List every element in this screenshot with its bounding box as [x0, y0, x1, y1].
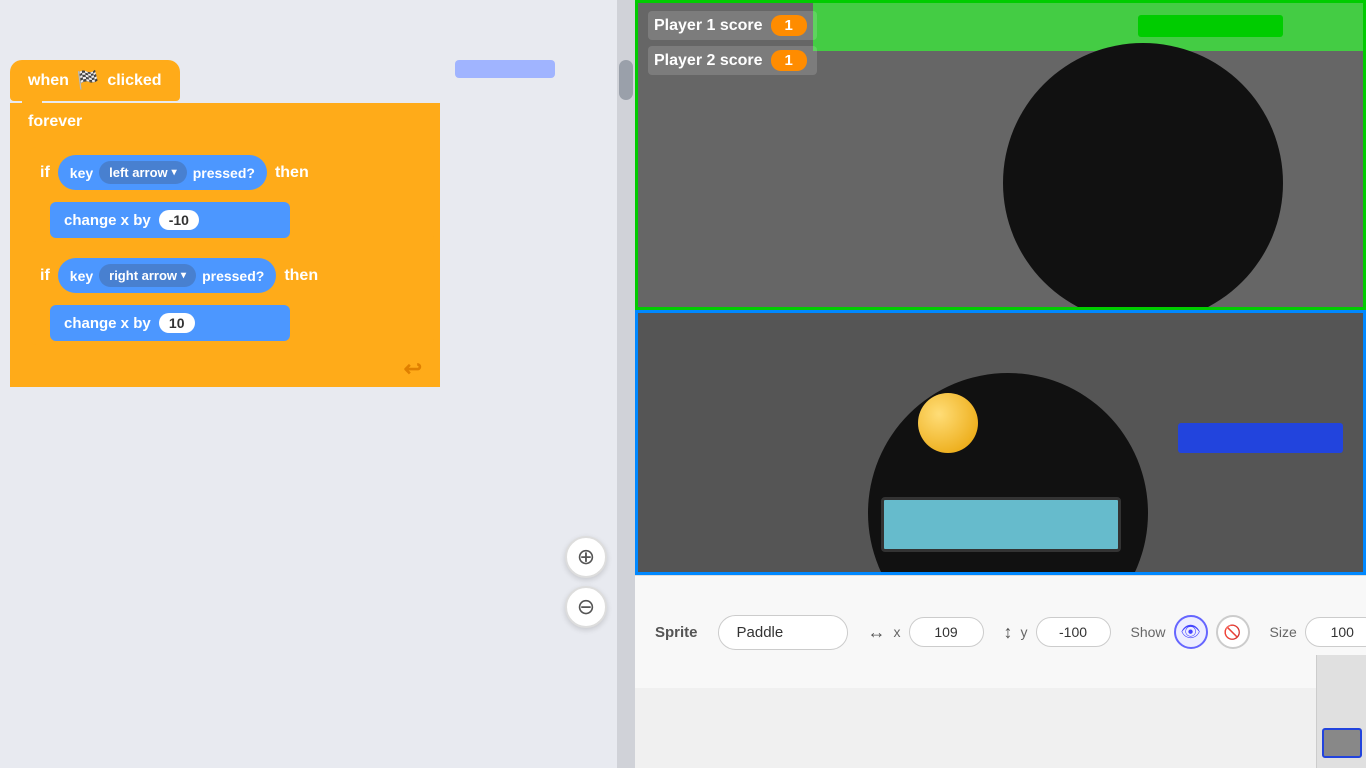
code-panel: when 🏁 clicked forever if key left arrow [0, 0, 635, 768]
x-axis-icon: ↔ [868, 622, 886, 643]
score-display: Player 1 score 1 Player 2 score 1 [648, 11, 817, 75]
zoom-controls: ⊕ ⊖ [565, 536, 607, 628]
paddle-green-top [1138, 15, 1283, 37]
show-group: Show 👁 🚫 [1131, 615, 1250, 649]
show-hidden-button[interactable]: 🚫 [1216, 615, 1250, 649]
change-x-block-2[interactable]: change x by 10 [50, 305, 290, 341]
black-circle-top [1003, 43, 1283, 310]
game-area-top[interactable]: Player 1 score 1 Player 2 score 1 [635, 0, 1366, 310]
zoom-in-button[interactable]: ⊕ [565, 536, 607, 578]
key-dropdown-2[interactable]: right arrow ▾ [99, 264, 196, 287]
forever-body: if key left arrow ▾ pressed? then [10, 141, 440, 351]
player1-score-label: Player 1 score [654, 17, 763, 35]
key-value-2: right arrow [109, 268, 177, 283]
forever-bottom: ↩ [10, 351, 440, 387]
change-x-label-2: change x by [64, 315, 151, 332]
key-pressed-block-2[interactable]: key right arrow ▾ pressed? [58, 258, 277, 293]
key-pressed-block-1[interactable]: key left arrow ▾ pressed? [58, 155, 267, 190]
game-area-bottom[interactable] [635, 310, 1366, 575]
x-label: x [894, 624, 901, 640]
dropdown-arrow-1: ▾ [172, 167, 177, 178]
if-label-2: if [40, 267, 50, 285]
x-coord-group: ↔ x [868, 617, 984, 647]
y-coord-group: ↕ y [1004, 617, 1111, 647]
if-top-2: if key right arrow ▾ pressed? then [30, 250, 434, 301]
zoom-out-button[interactable]: ⊖ [565, 586, 607, 628]
blocks-area: when 🏁 clicked forever if key left arrow [10, 60, 440, 387]
x-input[interactable] [909, 617, 984, 647]
drag-handle[interactable] [455, 60, 555, 78]
stage-panel: Player 1 score 1 Player 2 score 1 Sprite… [635, 0, 1366, 768]
pressed-label-1: pressed? [193, 165, 255, 181]
if-block-1: if key left arrow ▾ pressed? then [30, 147, 434, 242]
info-bar: Sprite ↔ x ↕ y Show 👁 🚫 Size Directi [635, 575, 1366, 688]
paddle-cyan [881, 497, 1121, 552]
player2-score-label: Player 2 score [654, 52, 763, 70]
forever-top: forever [10, 103, 440, 141]
y-label: y [1021, 624, 1028, 640]
clicked-label: clicked [107, 72, 161, 90]
flag-icon: 🏁 [77, 70, 99, 91]
if-label-1: if [40, 164, 50, 182]
recurse-arrow-icon: ↩ [404, 356, 422, 382]
key-label-1: key [70, 165, 93, 181]
stage-selector [1316, 655, 1366, 768]
dropdown-arrow-2: ▾ [181, 270, 186, 281]
sprite-name-input[interactable] [718, 615, 848, 650]
stage-thumbnail[interactable] [1322, 728, 1362, 758]
key-dropdown-1[interactable]: left arrow ▾ [99, 161, 187, 184]
y-axis-icon: ↕ [1004, 622, 1013, 643]
y-input[interactable] [1036, 617, 1111, 647]
change-x-value-2[interactable]: 10 [159, 313, 195, 333]
if-body-2: change x by 10 [30, 301, 434, 345]
eye-closed-icon: 🚫 [1224, 624, 1241, 641]
player2-score-value: 1 [771, 50, 807, 71]
scroll-thumb[interactable] [619, 60, 633, 100]
score-row-2: Player 2 score 1 [648, 46, 817, 75]
if-body-1: change x by -10 [30, 198, 434, 242]
show-label: Show [1131, 624, 1166, 640]
show-visible-button[interactable]: 👁 [1174, 615, 1208, 649]
when-clicked-block[interactable]: when 🏁 clicked [10, 60, 180, 101]
if-top-1: if key left arrow ▾ pressed? then [30, 147, 434, 198]
paddle-blue [1178, 423, 1343, 453]
eye-open-icon: 👁 [1180, 622, 1200, 642]
forever-block: forever if key left arrow ▾ pressed? [10, 103, 440, 387]
zoom-out-icon: ⊖ [577, 594, 595, 620]
size-group: Size [1270, 617, 1366, 647]
change-x-value-1[interactable]: -10 [159, 210, 199, 230]
scroll-bar[interactable] [617, 0, 635, 768]
forever-label: forever [28, 113, 82, 131]
key-value-1: left arrow [109, 165, 168, 180]
then-label-2: then [284, 267, 318, 285]
ball [918, 393, 978, 453]
change-x-block-1[interactable]: change x by -10 [50, 202, 290, 238]
change-x-label-1: change x by [64, 212, 151, 229]
key-label-2: key [70, 268, 93, 284]
zoom-in-icon: ⊕ [577, 544, 595, 570]
score-row-1: Player 1 score 1 [648, 11, 817, 40]
size-input[interactable] [1305, 617, 1366, 647]
sprite-label: Sprite [655, 624, 698, 641]
size-label: Size [1270, 624, 1297, 640]
when-label: when [28, 72, 69, 90]
player1-score-value: 1 [771, 15, 807, 36]
if-block-2: if key right arrow ▾ pressed? then [30, 250, 434, 345]
then-label-1: then [275, 164, 309, 182]
pressed-label-2: pressed? [202, 268, 264, 284]
